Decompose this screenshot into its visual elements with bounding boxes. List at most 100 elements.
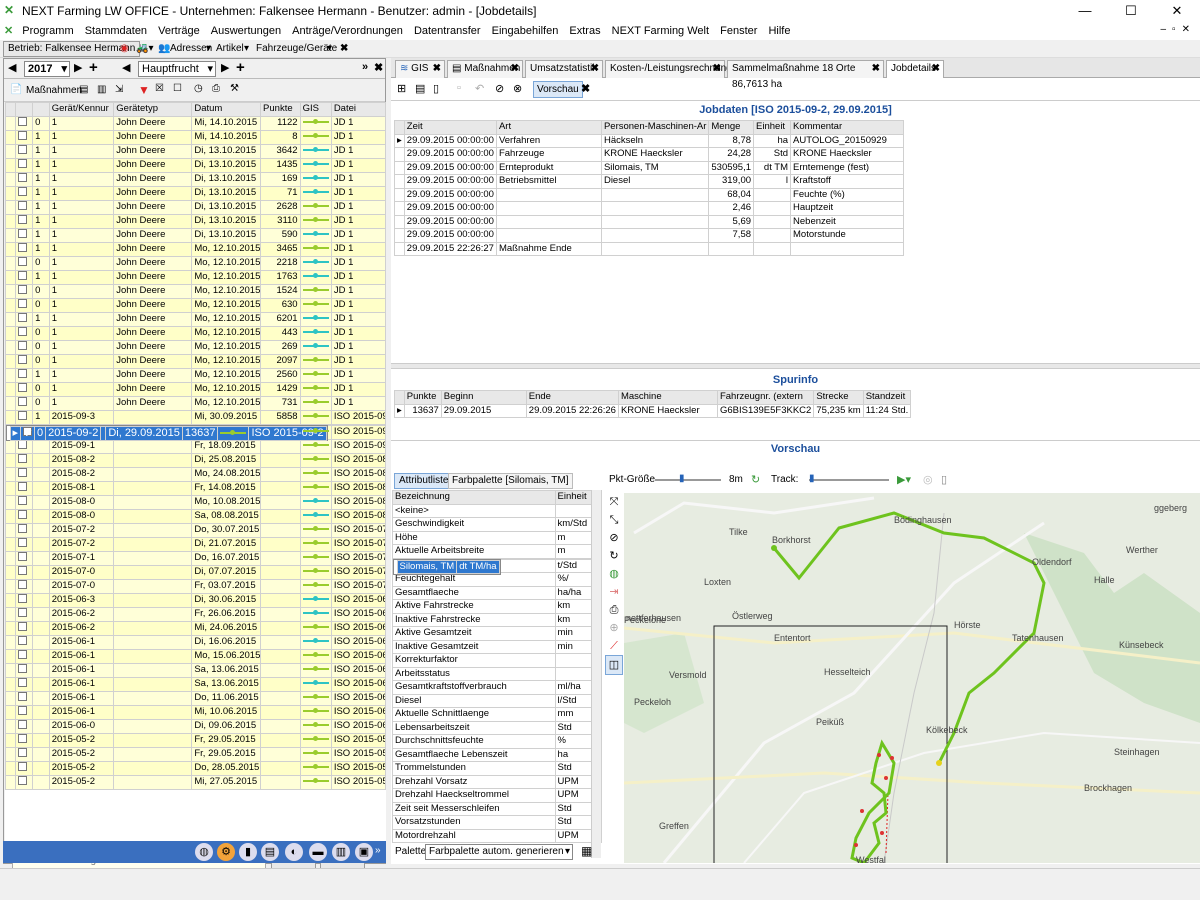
table-row[interactable]: 0 1 John Deere Mo, 12.10.2015 443 JD 1 xyxy=(5,325,386,341)
row-checkbox[interactable] xyxy=(18,131,28,140)
col-header-personen[interactable]: Personen-Maschinen-Ar xyxy=(600,120,710,135)
pkt-slider[interactable] xyxy=(655,479,721,481)
attribute-row[interactable]: Aktive Fahrstrecke km xyxy=(392,599,603,614)
table-row[interactable]: 29.09.2015 00:00:00 7,58 Motorstunde xyxy=(394,228,905,243)
row-checkbox[interactable] xyxy=(18,454,28,463)
table-row[interactable]: 1 1 John Deere Di, 13.10.2015 590 JD 1 xyxy=(5,227,386,243)
table-row[interactable]: 2015-08-1 Fr, 14.08.2015 ISO 2015-08-1 xyxy=(5,480,386,496)
table-row[interactable]: 0 1 John Deere Mo, 12.10.2015 1524 JD 1 xyxy=(5,283,386,299)
table-row[interactable]: ▸ 13637 29.09.2015 29.09.2015 22:26:26 K… xyxy=(394,403,912,418)
table-row[interactable]: 1 1 John Deere Di, 13.10.2015 1435 JD 1 xyxy=(5,157,386,173)
row-checkbox[interactable] xyxy=(18,664,28,673)
table-row[interactable]: 29.09.2015 00:00:00 2,46 Hauptzeit xyxy=(394,201,905,216)
menu-extras[interactable]: Extras xyxy=(565,22,604,40)
attribute-row[interactable]: Korrekturfaktor xyxy=(392,653,603,668)
row-checkbox[interactable] xyxy=(18,229,28,238)
col-header-einheit[interactable]: Einheit xyxy=(753,120,792,135)
attribute-row[interactable]: Silomais, TM dt TM/ha xyxy=(392,558,501,575)
close-tab-icon[interactable]: ✖ xyxy=(932,61,940,77)
attribute-row[interactable]: Gesamtflaeche Lebenszeit ha xyxy=(392,747,603,762)
target-icon[interactable]: ⊕ xyxy=(605,619,623,637)
clock-icon[interactable]: ◷ xyxy=(194,83,203,94)
close-tab-icon[interactable]: ✖ xyxy=(713,61,721,77)
table-row[interactable]: ▸ ✓ 0 2015-09-2 Di, 29.09.2015 13637 ISO 2015-… xyxy=(5,424,328,441)
row-checkbox[interactable] xyxy=(18,720,28,729)
undo-icon[interactable]: ↶ xyxy=(475,82,484,95)
table-row[interactable]: 2015-05-2 Do, 28.05.2015 ISO 2015-05-2 xyxy=(5,760,386,776)
col-header-art[interactable]: Art xyxy=(495,120,602,135)
table-row[interactable]: 1 1 John Deere Mo, 12.10.2015 2560 JD 1 xyxy=(5,367,386,383)
close-tab-icon[interactable]: ✖ xyxy=(511,61,519,77)
col-header-datei[interactable]: Datei xyxy=(330,102,386,117)
col-header-zeit[interactable]: Zeit xyxy=(403,120,497,135)
farbpalette-tab[interactable]: Farbpalette [Silomais, TM] xyxy=(448,473,573,489)
document-icon[interactable]: ▤ xyxy=(415,82,425,95)
row-checkbox[interactable] xyxy=(18,552,28,561)
map-view[interactable]: Tilke Borkhorst Bödinghausen Oldendorf Werth… xyxy=(624,493,1200,863)
table-row[interactable]: 2015-07-0 Fr, 03.07.2015 ISO 2015-07-0 xyxy=(5,578,386,594)
track-slider[interactable] xyxy=(809,479,889,481)
col-header-kommentar[interactable]: Kommentar xyxy=(790,120,905,135)
menu-eingabehilfen[interactable]: Eingabehilfen xyxy=(488,22,563,40)
attribute-row[interactable]: Gesamtflaeche ha/ha xyxy=(392,585,603,600)
dropdown-arrow-icon[interactable]: ▾ xyxy=(327,42,332,56)
table-row[interactable]: 29.09.2015 00:00:00 68,04 Feuchte (%) xyxy=(394,187,905,202)
attribute-row[interactable]: Geschwindigkeit km/Std xyxy=(392,517,603,532)
table-row[interactable]: ▸ 29.09.2015 00:00:00 Verfahren Häckseln 8,7… xyxy=(394,133,905,148)
menu-programm[interactable]: Programm xyxy=(18,22,77,40)
print-icon[interactable]: ⎙ xyxy=(605,601,623,619)
export-icon[interactable]: ⇲ xyxy=(115,84,123,95)
table-row[interactable]: 2015-08-2 Di, 25.08.2015 ISO 2015-08-2 xyxy=(5,452,386,468)
attribute-row[interactable]: Gesamtkraftstoffverbrauch ml/ha xyxy=(392,680,603,695)
table-row[interactable]: 2015-06-1 Mi, 10.06.2015 ISO 2015-06-1 xyxy=(5,704,386,720)
attribute-row[interactable]: Arbeitsstatus xyxy=(392,666,603,681)
attribute-row[interactable]: Feuchtegehalt %/ xyxy=(392,572,603,587)
table-row[interactable]: 2015-05-2 Fr, 29.05.2015 ISO 2015-05-2 xyxy=(5,732,386,748)
checkbox-icon[interactable]: ☐ xyxy=(173,83,182,94)
zoom-icon[interactable]: ⊘ xyxy=(495,82,504,95)
col-header-maschine[interactable]: Maschine xyxy=(617,390,718,405)
row-checkbox[interactable] xyxy=(18,285,28,294)
table-row[interactable]: 0 1 John Deere Mo, 12.10.2015 2218 JD 1 xyxy=(5,255,386,271)
col-header-status[interactable] xyxy=(32,102,50,117)
table-row[interactable]: 2015-06-1 Di, 16.06.2015 ISO 2015-06-1 xyxy=(5,634,386,650)
row-checkbox[interactable] xyxy=(18,496,28,505)
mdi-controls[interactable]: –▫✕ xyxy=(1161,24,1197,35)
table-row[interactable]: 1 1 John Deere Di, 13.10.2015 3642 JD 1 xyxy=(5,143,386,159)
palette-grid-icon[interactable]: ▦ xyxy=(581,844,592,858)
row-checkbox[interactable] xyxy=(18,734,28,743)
col-header-gis[interactable]: GIS xyxy=(299,102,332,117)
table-row[interactable]: 2015-05-2 Fr, 29.05.2015 ISO 2015-05-2 xyxy=(5,746,386,762)
row-checkbox[interactable]: ✓ xyxy=(23,427,33,439)
col-header-punkte[interactable]: Punkte xyxy=(260,102,301,117)
row-checkbox[interactable] xyxy=(18,440,28,449)
table-row[interactable]: 29.09.2015 00:00:00 5,69 Nebenzeit xyxy=(394,214,905,229)
row-checkbox[interactable] xyxy=(18,145,28,154)
row-checkbox[interactable] xyxy=(18,271,28,280)
col-header-geraetetyp[interactable]: Gerätetyp xyxy=(113,102,193,117)
zoom-out-icon[interactable]: ⊗ xyxy=(513,82,522,95)
table-row[interactable]: 2015-06-3 Di, 30.06.2015 ISO 2015-06-3 xyxy=(5,592,386,608)
tractor-icon[interactable]: 🚜▾ xyxy=(136,42,153,56)
table-row[interactable]: 29.09.2015 00:00:00 Betriebsmittel Diesel 3… xyxy=(394,174,905,189)
export-icon[interactable]: ⇥ xyxy=(605,583,623,601)
col-header-marker[interactable] xyxy=(394,120,405,135)
row-checkbox[interactable] xyxy=(18,313,28,322)
tab-sammelmassnahme[interactable]: Sammelmaßnahme 18 Orte 86,7613 ha ✖ xyxy=(727,60,884,90)
truck-icon[interactable]: ▣ xyxy=(355,843,373,861)
row-checkbox[interactable] xyxy=(18,397,28,406)
table-row[interactable]: 1 1 John Deere Di, 13.10.2015 169 JD 1 xyxy=(5,171,386,187)
prev-frucht-icon[interactable]: ◀ xyxy=(122,61,130,74)
row-checkbox[interactable] xyxy=(18,159,28,168)
table-row[interactable]: 0 1 John Deere Mo, 12.10.2015 1429 JD 1 xyxy=(5,381,386,397)
refresh-icon[interactable]: ↻ xyxy=(751,473,760,486)
col-header-check[interactable] xyxy=(15,102,34,117)
massnahmen-button[interactable]: Maßnahmen xyxy=(26,85,82,96)
col-header-standzeit[interactable]: Standzeit xyxy=(862,390,912,405)
table-row[interactable]: 2015-08-0 Sa, 08.08.2015 ISO 2015-08-0 xyxy=(5,508,386,524)
close-button[interactable]: ✕ xyxy=(1154,0,1200,22)
close-panel-icon[interactable]: ✖ xyxy=(374,61,383,74)
add-icon[interactable]: + xyxy=(236,59,245,76)
table-row[interactable]: 0 1 John Deere Mo, 12.10.2015 731 JD 1 xyxy=(5,395,386,411)
attribute-row[interactable]: Aktuelle Schnittlaenge mm xyxy=(392,707,603,722)
